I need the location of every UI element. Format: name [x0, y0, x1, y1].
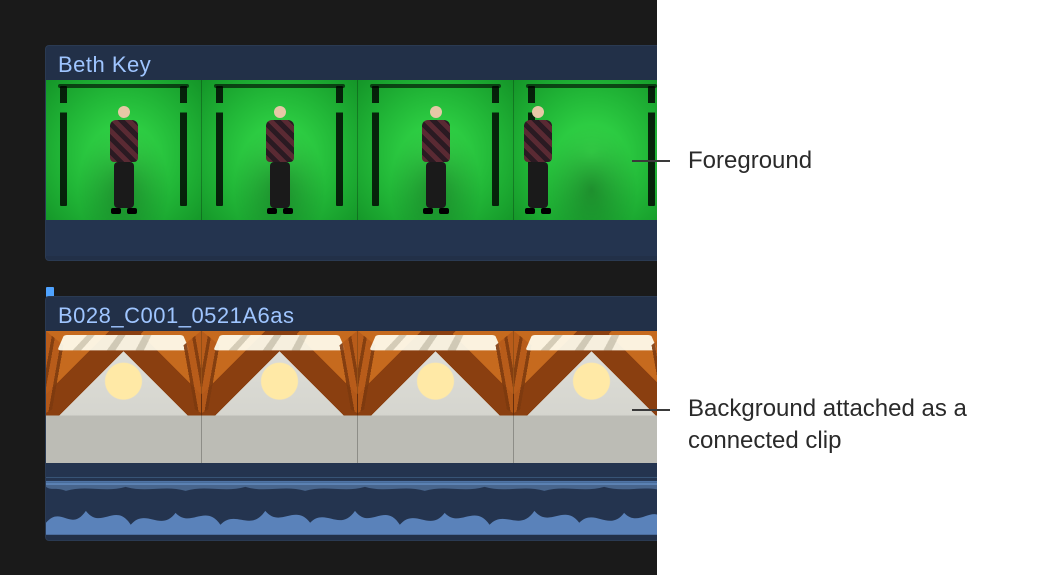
- thumbnail: [358, 331, 514, 463]
- thumbnail: [46, 331, 202, 463]
- annotation-text: Foreground: [688, 145, 812, 177]
- clip-footer: [46, 220, 657, 256]
- thumbnail: [202, 80, 358, 220]
- timeline-panel: Beth Key B028_C001_0521A6as: [0, 0, 657, 575]
- callout-line: [632, 409, 670, 411]
- thumbnail: [358, 80, 514, 220]
- callout-line: [632, 160, 670, 162]
- background-clip[interactable]: B028_C001_0521A6as: [45, 296, 657, 541]
- annotation-foreground: Foreground: [632, 145, 812, 177]
- foreground-filmstrip: [46, 80, 657, 220]
- thumbnail: [202, 331, 358, 463]
- background-clip-title: B028_C001_0521A6as: [46, 297, 657, 331]
- annotation-background: Background attached as a connected clip: [632, 393, 988, 458]
- foreground-clip-title: Beth Key: [46, 46, 657, 80]
- thumbnail: [46, 80, 202, 220]
- foreground-clip[interactable]: Beth Key: [45, 45, 657, 261]
- background-filmstrip: [46, 331, 657, 463]
- annotation-text: Background attached as a connected clip: [688, 393, 988, 458]
- audio-waveform: [46, 463, 657, 535]
